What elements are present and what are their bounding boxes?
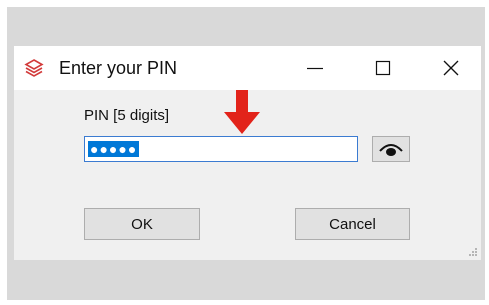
- pin-masked-value: ●●●●●: [88, 141, 140, 157]
- screenshot-frame: Enter your PIN PIN [5 digits] ●●●●● OK C…: [0, 0, 489, 305]
- minimize-button[interactable]: [287, 46, 343, 90]
- eye-icon: [379, 144, 403, 156]
- show-pin-button[interactable]: [372, 136, 410, 162]
- title-bar[interactable]: Enter your PIN: [14, 46, 481, 90]
- window-title: Enter your PIN: [59, 58, 178, 78]
- close-button[interactable]: [423, 46, 479, 90]
- maximize-icon: [375, 60, 391, 76]
- dialog-body: PIN [5 digits] ●●●●● OK Cancel: [14, 90, 481, 260]
- down-arrow-icon: [224, 90, 260, 134]
- app-logo-icon: [24, 59, 44, 77]
- pin-input[interactable]: ●●●●●: [84, 136, 358, 162]
- pin-label: PIN [5 digits]: [84, 107, 170, 124]
- pin-dialog: Enter your PIN PIN [5 digits] ●●●●● OK C…: [14, 46, 481, 260]
- cancel-button[interactable]: Cancel: [295, 208, 410, 240]
- ok-button[interactable]: OK: [84, 208, 200, 240]
- minimize-icon: [307, 67, 323, 70]
- maximize-button[interactable]: [355, 46, 411, 90]
- resize-grip-icon[interactable]: [467, 246, 477, 256]
- close-icon: [443, 60, 459, 76]
